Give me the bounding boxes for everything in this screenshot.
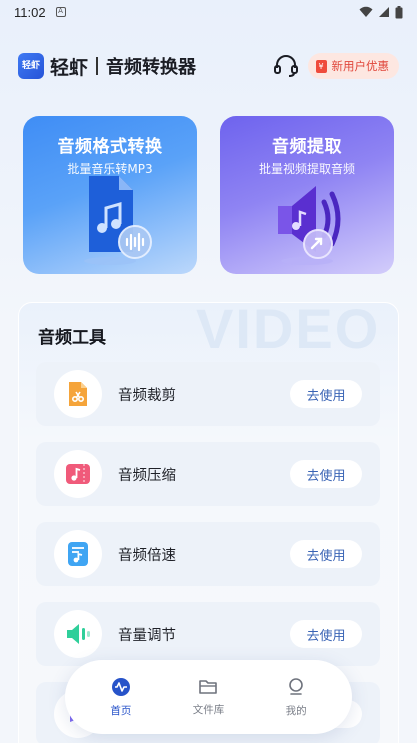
battery-icon (395, 5, 403, 18)
app-header: 轻虾 轻虾 音频转换器 ¥ 新用户优惠 (0, 48, 417, 84)
title-divider (96, 57, 99, 75)
audio-extract-card[interactable]: 音频提取 批量视频提取音频 (220, 116, 394, 274)
tool-label: 音量调节 (118, 627, 176, 644)
use-button[interactable]: 去使用 (290, 540, 362, 568)
nav-label: 我的 (285, 704, 307, 717)
tool-row-audio-compress[interactable]: 音频压缩 去使用 (36, 442, 380, 506)
speaker-illustration (220, 168, 394, 268)
tool-icon-badge (54, 530, 102, 578)
tool-row-audio-trim[interactable]: 音频裁剪 去使用 (36, 362, 380, 426)
card-title: 音频提取 (272, 137, 342, 157)
use-button[interactable]: 去使用 (290, 460, 362, 488)
signal-icon (379, 7, 389, 17)
music-file-icon (84, 176, 152, 265)
status-bar: 11:02 A (0, 0, 417, 24)
volume-icon (67, 624, 90, 644)
promo-label: 新用户优惠 (331, 59, 390, 73)
use-button[interactable]: 去使用 (290, 380, 362, 408)
tool-icon-badge (54, 370, 102, 418)
tool-icon-badge (54, 610, 102, 658)
nav-home[interactable]: 首页 (86, 677, 156, 718)
tool-row-audio-speed[interactable]: 音频倍速 去使用 (36, 522, 380, 586)
profile-icon (289, 677, 303, 695)
status-right-icons (359, 5, 403, 19)
scissors-icon (69, 382, 87, 406)
nav-label: 文件库 (192, 703, 225, 716)
notification-a-icon: A (55, 7, 66, 17)
tool-label: 音频压缩 (118, 467, 176, 484)
speed-icon (68, 542, 88, 566)
audio-tools-title: 音频工具 (38, 328, 106, 348)
bottom-navigation: 首页 文件库 我的 (65, 660, 352, 734)
compress-icon (66, 464, 90, 484)
nav-profile[interactable]: 我的 (261, 677, 331, 718)
audio-format-convert-card[interactable]: 音频格式转换 批量音乐转MP3 (23, 116, 197, 274)
wifi-icon (359, 6, 373, 17)
music-file-illustration (23, 168, 197, 268)
home-wave-icon (111, 677, 130, 696)
brand-name: 轻虾 (50, 56, 89, 79)
tool-icon-badge (54, 450, 102, 498)
speaker-icon (278, 186, 341, 265)
tool-label: 音频裁剪 (118, 387, 176, 404)
new-user-promo-button[interactable]: ¥ 新用户优惠 (307, 53, 399, 79)
nav-file-library[interactable]: 文件库 (173, 678, 243, 717)
tool-label: 音频倍速 (118, 547, 176, 564)
use-button[interactable]: 去使用 (290, 620, 362, 648)
logo-text: 轻虾 (21, 61, 40, 71)
panel-watermark: VIDEO (196, 297, 381, 360)
coupon-icon: ¥ (315, 59, 327, 73)
folder-icon (199, 679, 218, 694)
card-title: 音频格式转换 (57, 137, 163, 157)
status-time: 11:02 (14, 4, 46, 20)
tool-row-volume-adjust[interactable]: 音量调节 去使用 (36, 602, 380, 666)
app-subtitle: 音频转换器 (106, 57, 197, 78)
customer-service-button[interactable] (272, 52, 300, 80)
nav-label: 首页 (110, 704, 132, 717)
app-logo: 轻虾 (18, 53, 44, 79)
headset-icon (273, 55, 298, 77)
